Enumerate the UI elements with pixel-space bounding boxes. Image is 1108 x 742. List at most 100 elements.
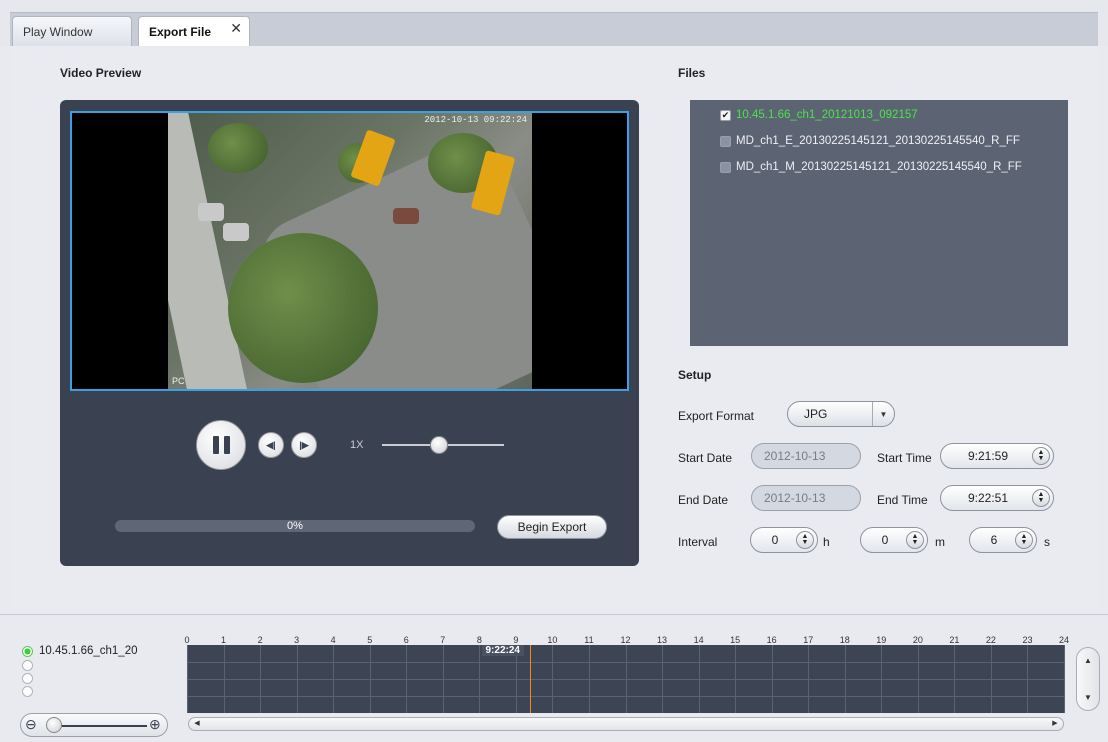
timeline-row-line	[187, 696, 1064, 697]
step-back-button[interactable]: ◀|	[258, 432, 284, 458]
interval-hours-unit: h	[823, 535, 830, 549]
timeline-hour-label: 19	[876, 635, 887, 645]
timeline-cursor[interactable]	[529, 645, 531, 713]
file-checkbox[interactable]: ✔	[720, 109, 731, 121]
end-time-label: End Time	[877, 493, 928, 507]
scroll-right-icon[interactable]: ▶	[1049, 718, 1061, 730]
timeline-channel-empty[interactable]	[22, 660, 33, 671]
speed-slider-thumb[interactable]	[430, 436, 448, 454]
pause-button[interactable]	[196, 420, 246, 470]
export-format-select[interactable]: JPG ▼	[787, 401, 895, 427]
timeline-hour-label: 5	[367, 635, 373, 645]
timeline-hour-label: 7	[440, 635, 446, 645]
file-name: MD_ch1_E_20130225145121_20130225145540_R…	[736, 135, 1020, 147]
timeline-channel-empty[interactable]	[22, 686, 33, 697]
zoom-in-icon[interactable]: ⊕	[149, 716, 161, 733]
tab-bar: Play Window Export File ✕	[0, 0, 1108, 46]
video-preview-title: Video Preview	[60, 66, 142, 80]
timeline-hour-label: 10	[547, 635, 558, 645]
timeline-panel: 10.45.1.66_ch1_20 ⊖ ⊕ 0 1 2 3 4 5 6 7 8 9 10 11 12 13…	[0, 614, 1108, 742]
timeline-hour-label: 16	[766, 635, 777, 645]
speed-label: 1X	[350, 439, 364, 451]
pause-icon	[212, 436, 230, 454]
export-progress-text: 0%	[287, 520, 303, 532]
scroll-up-icon[interactable]: ▲	[1077, 656, 1099, 665]
video-frame[interactable]: 2012-10-13 09:22:24 PC	[70, 111, 629, 391]
begin-export-button[interactable]: Begin Export	[497, 515, 607, 539]
timeline-hour-label: 23	[1022, 635, 1033, 645]
end-time-field[interactable]: 9:22:51 ▲ ▼	[940, 485, 1054, 511]
start-time-spinner[interactable]: ▲ ▼	[1032, 447, 1050, 465]
timeline-cursor-time: 9:22:24	[481, 645, 524, 656]
close-icon[interactable]: ✕	[230, 20, 242, 37]
scroll-left-icon[interactable]: ◀	[191, 718, 203, 730]
tab-play-window[interactable]: Play Window	[12, 16, 132, 46]
timeline-channel-empty[interactable]	[22, 673, 33, 684]
setup-title: Setup	[678, 368, 712, 382]
start-date-value: 2012-10-13	[764, 449, 826, 463]
channel-radio[interactable]	[22, 660, 33, 671]
zoom-out-icon[interactable]: ⊖	[25, 716, 37, 733]
file-item[interactable]: MD_ch1_M_20130225145121_20130225145540_R…	[720, 159, 1022, 175]
start-time-label: Start Time	[877, 451, 932, 465]
timeline-grid[interactable]: 9:22:24	[187, 645, 1065, 713]
timeline-hour-label: 1	[221, 635, 227, 645]
end-date-field[interactable]: 2012-10-13	[751, 485, 861, 511]
end-date-label: End Date	[678, 493, 729, 507]
file-item[interactable]: MD_ch1_E_20130225145121_20130225145540_R…	[720, 133, 1020, 149]
file-checkbox[interactable]	[720, 161, 731, 173]
timeline-hour-label: 0	[184, 635, 190, 645]
timeline-zoom-control[interactable]: ⊖ ⊕	[20, 713, 168, 737]
timeline-vertical-scrollbar[interactable]: ▲ ▼	[1076, 647, 1100, 711]
scroll-down-icon[interactable]: ▼	[1077, 693, 1099, 702]
end-time-spinner[interactable]: ▲ ▼	[1032, 489, 1050, 507]
zoom-slider-thumb[interactable]	[46, 717, 62, 733]
interval-seconds-field[interactable]: 6 ▲ ▼	[969, 527, 1037, 553]
interval-minutes-unit: m	[935, 535, 945, 549]
interval-hours-field[interactable]: 0 ▲ ▼	[750, 527, 818, 553]
timeline-hour-label: 6	[403, 635, 409, 645]
start-date-field[interactable]: 2012-10-13	[751, 443, 861, 469]
timeline-hour-label: 4	[330, 635, 336, 645]
tab-play-window-label: Play Window	[23, 24, 93, 39]
timeline-hour-label: 22	[985, 635, 996, 645]
export-format-label: Export Format	[678, 409, 755, 423]
timeline-row-line	[187, 662, 1064, 663]
file-item[interactable]: ✔ 10.45.1.66_ch1_20121013_092157	[720, 107, 918, 123]
timeline-hour-label: 18	[839, 635, 850, 645]
file-name: MD_ch1_M_20130225145121_20130225145540_R…	[736, 161, 1022, 173]
interval-seconds-spinner[interactable]: ▲ ▼	[1015, 531, 1033, 549]
zoom-slider-track[interactable]	[51, 725, 147, 727]
interval-minutes-field[interactable]: 0 ▲ ▼	[860, 527, 928, 553]
interval-minutes-spinner[interactable]: ▲ ▼	[906, 531, 924, 549]
timeline-hour-label: 14	[693, 635, 704, 645]
step-back-icon: ◀|	[266, 439, 276, 450]
osd-timestamp: 2012-10-13 09:22:24	[424, 115, 527, 125]
osd-channel-label: PC	[172, 376, 185, 386]
timeline-horizontal-scrollbar[interactable]: ◀ ▶	[188, 717, 1064, 731]
channel-radio[interactable]	[22, 686, 33, 697]
timeline-grid-line	[1064, 645, 1065, 713]
timeline-channel[interactable]: 10.45.1.66_ch1_20	[22, 645, 137, 657]
timeline-hour-label: 8	[476, 635, 482, 645]
channel-radio[interactable]	[22, 673, 33, 684]
tab-export-file-label: Export File	[149, 24, 212, 39]
files-list: ✔ 10.45.1.66_ch1_20121013_092157 MD_ch1_…	[690, 100, 1068, 346]
interval-hours-spinner[interactable]: ▲ ▼	[796, 531, 814, 549]
step-forward-button[interactable]: |▶	[291, 432, 317, 458]
files-title: Files	[678, 66, 706, 80]
file-checkbox[interactable]	[720, 135, 731, 147]
timeline-hour-label: 12	[620, 635, 631, 645]
export-progress-bar: 0%	[115, 520, 475, 532]
timeline-channel-label: 10.45.1.66_ch1_20	[39, 645, 138, 657]
timeline-hour-label: 24	[1058, 635, 1070, 645]
timeline-hour-label: 17	[803, 635, 814, 645]
start-time-field[interactable]: 9:21:59 ▲ ▼	[940, 443, 1054, 469]
video-image	[168, 113, 532, 389]
tab-export-file[interactable]: Export File ✕	[138, 16, 250, 46]
interval-label: Interval	[678, 535, 718, 549]
playback-controls: ◀| |▶ 1X	[60, 410, 639, 470]
channel-radio[interactable]	[22, 645, 33, 657]
step-forward-icon: |▶	[299, 439, 309, 450]
video-panel: 2012-10-13 09:22:24 PC ◀| |▶ 1X 0% Begin…	[60, 100, 639, 566]
